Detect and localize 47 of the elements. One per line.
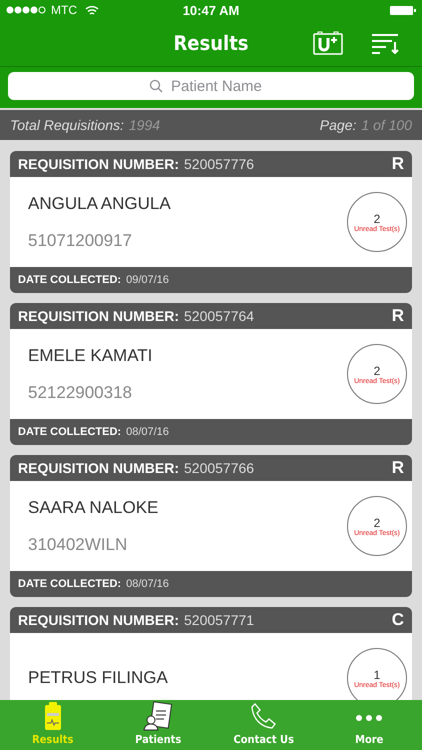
patient-record-icon	[143, 701, 174, 731]
requisition-label: REQUISITION NUMBER:	[18, 612, 179, 628]
status-code: R	[392, 154, 404, 174]
date-label: DATE COLLECTED:	[18, 578, 122, 590]
more-icon	[354, 715, 384, 721]
requisition-label: REQUISITION NUMBER:	[18, 156, 179, 172]
date-value: 08/07/16	[126, 426, 169, 438]
patient-id: 310402WILN	[28, 534, 128, 554]
date-value: 09/07/16	[126, 274, 169, 286]
requisition-number: 520057764	[184, 308, 256, 324]
page-value: 1 of 100	[361, 117, 412, 133]
search-field[interactable]: Patient Name	[8, 72, 414, 100]
signal-icon	[6, 6, 48, 14]
sort-icon	[371, 32, 401, 54]
u-plus-icon	[313, 31, 343, 55]
total-label: Total Requisitions:	[10, 117, 124, 133]
battery-icon	[390, 4, 416, 16]
status-code: R	[392, 458, 404, 478]
date-label: DATE COLLECTED:	[18, 274, 122, 286]
unread-count: 1	[374, 668, 380, 682]
requisition-number: 520057766	[184, 460, 256, 476]
patient-name: ANGULA ANGULA	[28, 194, 172, 214]
search-icon	[149, 79, 163, 93]
status-time: 10:47 AM	[182, 2, 240, 18]
unread-count: 2	[374, 364, 380, 378]
carrier-name: MTC	[51, 3, 77, 17]
total-value: 1994	[128, 117, 160, 133]
screen-title: Results	[173, 31, 249, 55]
unread-count: 2	[374, 516, 380, 530]
date-value: 08/07/16	[126, 578, 169, 590]
requisition-label: REQUISITION NUMBER:	[18, 308, 179, 324]
status-code: C	[392, 610, 404, 630]
requisition-label: REQUISITION NUMBER:	[18, 460, 179, 476]
patient-id: 52122900318	[28, 382, 134, 402]
clipboard-icon	[44, 701, 62, 731]
patient-name: PETRUS FILINGA	[28, 668, 169, 688]
search-input[interactable]: Patient Name	[169, 76, 273, 96]
date-label: DATE COLLECTED:	[18, 426, 122, 438]
page-label: Page:	[320, 117, 356, 133]
requisition-number: 520057771	[184, 612, 256, 628]
patient-name: SAARA NALOKE	[28, 498, 160, 518]
unread-count: 2	[374, 212, 380, 226]
wifi-icon	[85, 4, 99, 16]
requisition-number: 520057776	[184, 156, 256, 172]
status-code: R	[392, 306, 404, 326]
patient-id: 51071200917	[28, 230, 134, 250]
patient-name: EMELE KAMATI	[28, 346, 154, 366]
